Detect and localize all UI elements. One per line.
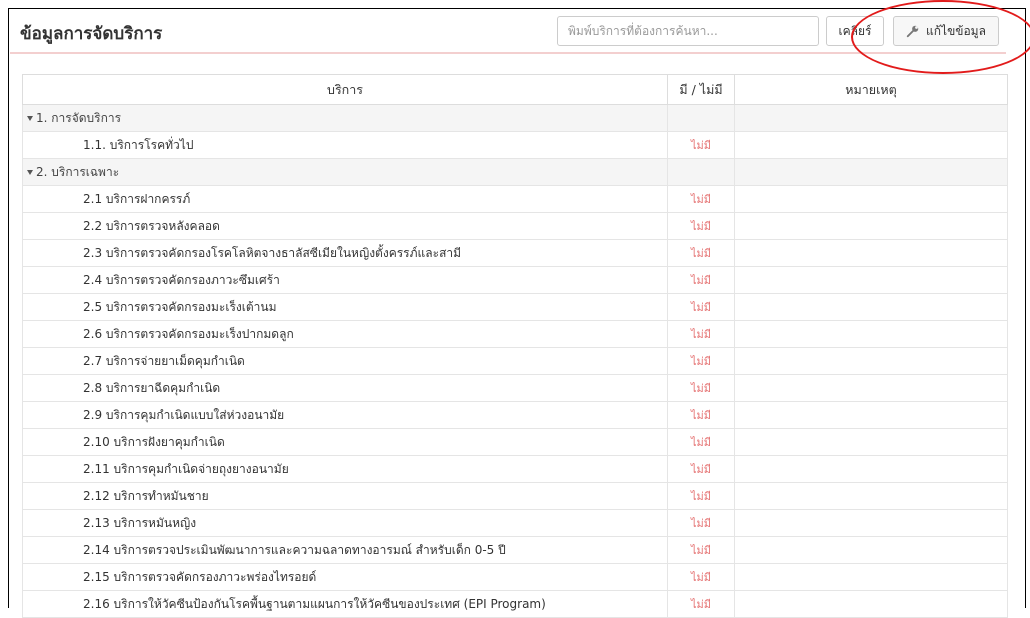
service-name: 2.5 บริการตรวจคัดกรองมะเร็งเต้านม	[22, 293, 668, 321]
services-table: บริการ มี / ไม่มี หมายเหตุ 1. การจัดบริก…	[22, 74, 1008, 618]
service-status: ไม่มี	[667, 401, 735, 429]
table-row: 2.10 บริการฝังยาคุมกำเนิด ไม่มี	[22, 428, 1008, 456]
service-status: ไม่มี	[667, 266, 735, 294]
group-label-cell: 2. บริการเฉพาะ	[22, 158, 668, 186]
service-status: ไม่มี	[667, 428, 735, 456]
table-row: 1.1. บริการโรคทั่วไป ไม่มี	[22, 131, 1008, 159]
service-note	[734, 185, 1008, 213]
service-name: 2.7 บริการจ่ายยาเม็ดคุมกำเนิด	[22, 347, 668, 375]
table-row: 2.6 บริการตรวจคัดกรองมะเร็งปากมดลูก ไม่มี	[22, 320, 1008, 348]
service-note	[734, 131, 1008, 159]
caret-down-icon[interactable]	[27, 169, 33, 175]
service-name: 2.3 บริการตรวจคัดกรองโรคโลหิตจางธาลัสซีเ…	[22, 239, 668, 267]
service-status: ไม่มี	[667, 239, 735, 267]
service-name: 2.2 บริการตรวจหลังคลอด	[22, 212, 668, 240]
table-row: 2.4 บริการตรวจคัดกรองภาวะซึมเศร้า ไม่มี	[22, 266, 1008, 294]
search-input[interactable]	[557, 16, 819, 46]
wrench-icon	[906, 25, 919, 38]
service-status: ไม่มี	[667, 482, 735, 510]
service-note	[734, 536, 1008, 564]
group-row[interactable]: 1. การจัดบริการ	[22, 104, 1008, 132]
table-row: 2.14 บริการตรวจประเมินพัฒนาการและความฉลา…	[22, 536, 1008, 564]
service-note	[734, 590, 1008, 618]
service-name: 2.14 บริการตรวจประเมินพัฒนาการและความฉลา…	[22, 536, 668, 564]
service-note	[734, 320, 1008, 348]
service-name: 2.15 บริการตรวจคัดกรองภาวะพร่องไทรอยด์	[22, 563, 668, 591]
column-header-note: หมายเหตุ	[734, 74, 1008, 105]
service-note	[734, 239, 1008, 267]
service-note	[734, 347, 1008, 375]
edit-button[interactable]: แก้ไขข้อมูล	[893, 16, 999, 46]
service-name: 2.4 บริการตรวจคัดกรองภาวะซึมเศร้า	[22, 266, 668, 294]
service-note	[734, 401, 1008, 429]
service-name: 2.8 บริการยาฉีดคุมกำเนิด	[22, 374, 668, 402]
service-name: 1.1. บริการโรคทั่วไป	[22, 131, 668, 159]
service-status: ไม่มี	[667, 509, 735, 537]
service-name: 2.13 บริการหมันหญิง	[22, 509, 668, 537]
group-status-cell	[667, 104, 735, 132]
group-row[interactable]: 2. บริการเฉพาะ	[22, 158, 1008, 186]
edit-button-label: แก้ไขข้อมูล	[926, 23, 986, 38]
table-row: 2.5 บริการตรวจคัดกรองมะเร็งเต้านม ไม่มี	[22, 293, 1008, 321]
service-status: ไม่มี	[667, 347, 735, 375]
group-note-cell	[734, 104, 1008, 132]
service-name: 2.12 บริการทำหมันชาย	[22, 482, 668, 510]
table-header-row: บริการ มี / ไม่มี หมายเหตุ	[22, 74, 1008, 105]
service-status: ไม่มี	[667, 563, 735, 591]
service-note	[734, 266, 1008, 294]
table-row: 2.9 บริการคุมกำเนิดแบบใส่ห่วงอนามัย ไม่มี	[22, 401, 1008, 429]
service-note	[734, 509, 1008, 537]
table-row: 2.1 บริการฝากครรภ์ ไม่มี	[22, 185, 1008, 213]
service-note	[734, 374, 1008, 402]
service-status: ไม่มี	[667, 212, 735, 240]
table-body: 1. การจัดบริการ 1.1. บริการโรคทั่วไป ไม่มี…	[22, 104, 1008, 618]
table-row: 2.2 บริการตรวจหลังคลอด ไม่มี	[22, 212, 1008, 240]
service-status: ไม่มี	[667, 590, 735, 618]
table-row: 2.16 บริการให้วัคซีนป้องกันโรคพื้นฐานตาม…	[22, 590, 1008, 618]
column-header-service: บริการ	[22, 74, 668, 105]
service-note	[734, 428, 1008, 456]
page-title: ข้อมูลการจัดบริการ	[20, 24, 163, 44]
service-name: 2.9 บริการคุมกำเนิดแบบใส่ห่วงอนามัย	[22, 401, 668, 429]
service-status: ไม่มี	[667, 455, 735, 483]
service-note	[734, 482, 1008, 510]
service-name: 2.10 บริการฝังยาคุมกำเนิด	[22, 428, 668, 456]
service-name: 2.16 บริการให้วัคซีนป้องกันโรคพื้นฐานตาม…	[22, 590, 668, 618]
service-status: ไม่มี	[667, 536, 735, 564]
group-label-cell: 1. การจัดบริการ	[22, 104, 668, 132]
table-row: 2.8 บริการยาฉีดคุมกำเนิด ไม่มี	[22, 374, 1008, 402]
service-note	[734, 293, 1008, 321]
table-row: 2.3 บริการตรวจคัดกรองโรคโลหิตจางธาลัสซีเ…	[22, 239, 1008, 267]
clear-button[interactable]: เคลียร์	[826, 16, 884, 46]
service-note	[734, 563, 1008, 591]
group-label: 1. การจัดบริการ	[36, 110, 122, 125]
table-row: 2.13 บริการหมันหญิง ไม่มี	[22, 509, 1008, 537]
service-name: 2.11 บริการคุมกำเนิดจ่ายถุงยางอนามัย	[22, 455, 668, 483]
service-status: ไม่มี	[667, 320, 735, 348]
service-status: ไม่มี	[667, 131, 735, 159]
column-header-available: มี / ไม่มี	[667, 74, 735, 105]
table-row: 2.15 บริการตรวจคัดกรองภาวะพร่องไทรอยด์ ไม…	[22, 563, 1008, 591]
service-name: 2.6 บริการตรวจคัดกรองมะเร็งปากมดลูก	[22, 320, 668, 348]
group-status-cell	[667, 158, 735, 186]
service-status: ไม่มี	[667, 185, 735, 213]
group-label: 2. บริการเฉพาะ	[36, 164, 120, 179]
service-note	[734, 455, 1008, 483]
table-row: 2.12 บริการทำหมันชาย ไม่มี	[22, 482, 1008, 510]
service-name: 2.1 บริการฝากครรภ์	[22, 185, 668, 213]
table-row: 2.7 บริการจ่ายยาเม็ดคุมกำเนิด ไม่มี	[22, 347, 1008, 375]
group-note-cell	[734, 158, 1008, 186]
service-status: ไม่มี	[667, 374, 735, 402]
service-note	[734, 212, 1008, 240]
table-row: 2.11 บริการคุมกำเนิดจ่ายถุงยางอนามัย ไม่ม…	[22, 455, 1008, 483]
caret-down-icon[interactable]	[27, 115, 33, 121]
service-status: ไม่มี	[667, 293, 735, 321]
